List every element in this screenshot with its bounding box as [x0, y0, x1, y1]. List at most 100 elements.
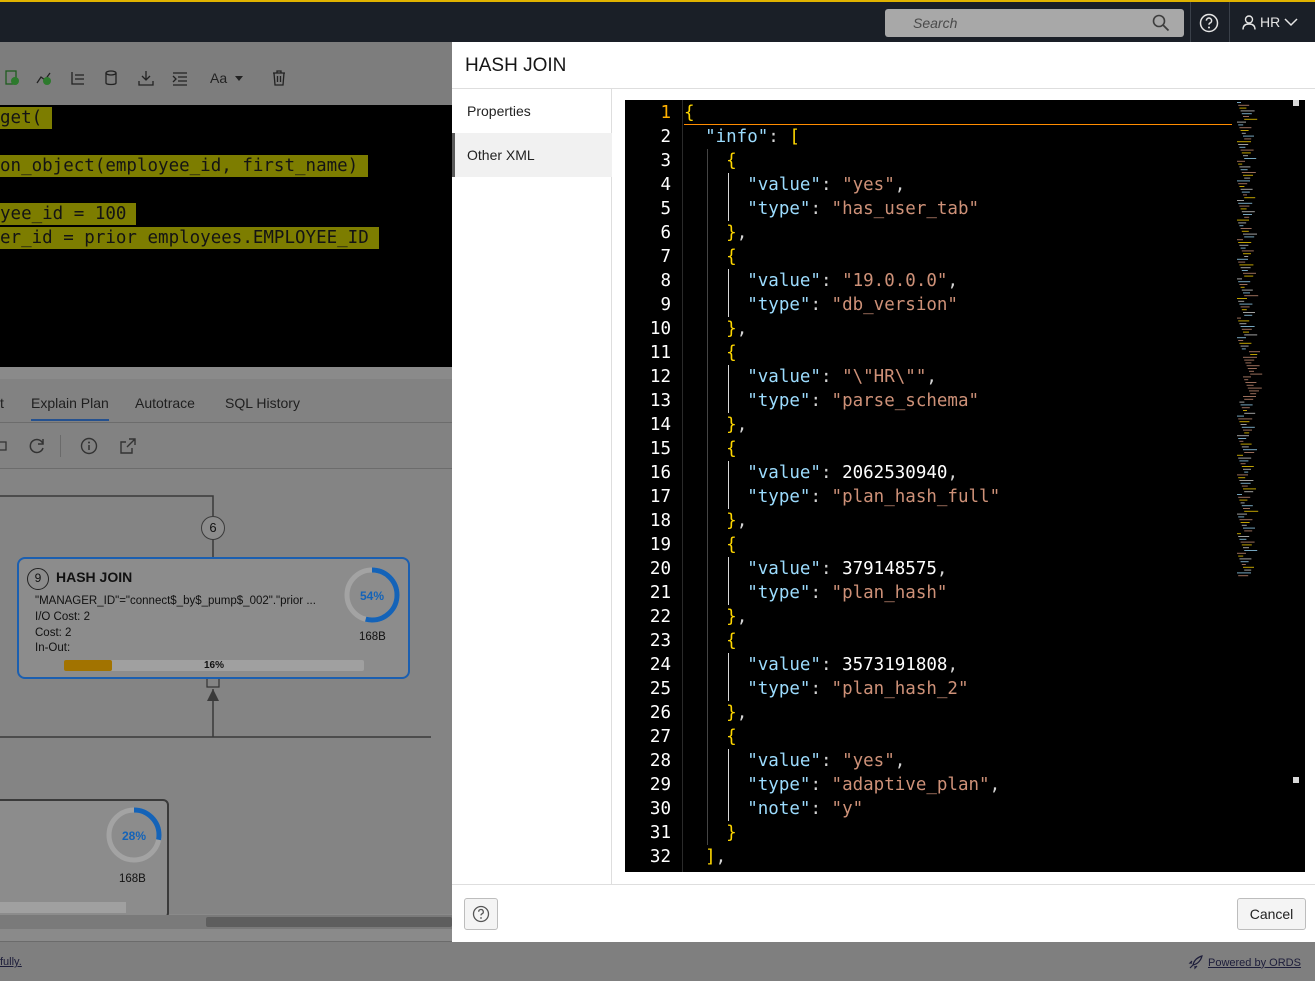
minimap-line	[1237, 180, 1250, 182]
cost-ring-chart: 54%	[344, 567, 400, 623]
scrollbar-thumb[interactable]	[206, 917, 452, 927]
code-viewer[interactable]: 1 2 3 4 5 6 7 8 9 10 11 12 13 14 15 16 17 18 19 20 21 22 23 24 2…	[625, 100, 1305, 872]
minimap-line	[1244, 177, 1251, 179]
explain-icon[interactable]	[70, 70, 86, 86]
minimap-line	[1244, 314, 1253, 316]
status-message[interactable]: fully.	[0, 956, 22, 968]
refresh-icon[interactable]	[28, 437, 46, 455]
code-line: },	[726, 415, 748, 435]
trash-icon[interactable]	[271, 70, 287, 86]
node-step-number: 9	[27, 568, 49, 590]
minimap-line	[1237, 317, 1241, 319]
minimap-line	[1237, 239, 1243, 241]
line-number: 28	[649, 751, 671, 771]
minimap-line	[1249, 390, 1259, 392]
code-line: "value": "yes",	[747, 751, 906, 771]
run-script-icon[interactable]	[4, 70, 20, 86]
minimap-line	[1237, 337, 1246, 339]
line-number: 7	[660, 247, 671, 267]
font-size-icon[interactable]: Aa	[210, 70, 246, 86]
ring-percent: 28%	[122, 829, 146, 843]
code-minimap[interactable]	[1235, 100, 1291, 872]
side-item-properties[interactable]: Properties	[452, 89, 612, 133]
indent-guide	[707, 173, 709, 197]
node-title: HASH JOIN	[56, 569, 133, 585]
tab-output[interactable]: t	[0, 395, 4, 411]
run-statement-icon[interactable]	[36, 70, 52, 86]
tab-sql-history[interactable]: SQL History	[225, 395, 300, 411]
minimap-line	[1244, 295, 1259, 297]
line-number: 27	[649, 727, 671, 747]
powered-by-link[interactable]: Powered by ORDS	[1188, 955, 1301, 970]
minimap-line	[1239, 538, 1247, 540]
code-line: },	[726, 511, 748, 531]
minimap-line	[1244, 569, 1252, 571]
scroll-marker	[1293, 777, 1299, 783]
editor-line: get(	[0, 107, 53, 129]
minimap-line	[1238, 183, 1248, 185]
side-item-other-xml[interactable]: Other XML	[452, 133, 612, 177]
minimap-line	[1244, 216, 1250, 218]
minimap-line	[1249, 370, 1254, 372]
code-line: {	[726, 439, 737, 459]
horizontal-scrollbar[interactable]	[0, 915, 452, 929]
tree-icon[interactable]	[0, 438, 8, 454]
minimap-line	[1241, 211, 1255, 213]
minimap-line	[1243, 116, 1249, 117]
code-line: "value": 2062530940,	[747, 463, 958, 483]
code-line: {	[726, 247, 737, 267]
download-icon[interactable]	[138, 70, 154, 86]
minimap-line	[1241, 250, 1254, 252]
minimap-line	[1238, 281, 1251, 283]
cancel-button[interactable]: Cancel	[1237, 898, 1306, 930]
search-input[interactable]	[885, 9, 1145, 37]
info-icon[interactable]	[80, 437, 98, 455]
code-line: }	[726, 823, 737, 843]
minimap-line	[1243, 468, 1251, 470]
minimap-line	[1240, 247, 1246, 249]
hash-join-node[interactable]: 9 HASH JOIN "MANAGER_ID"="connect$_by$_p…	[17, 557, 410, 679]
user-menu[interactable]: HR	[1242, 14, 1298, 30]
worksheet-background: Aa get( on_object(employee_id, first_nam…	[0, 42, 452, 981]
minimap-line	[1239, 519, 1253, 521]
minimap-line	[1244, 158, 1257, 159]
line-number: 31	[649, 823, 671, 843]
minimap-line	[1245, 362, 1252, 364]
minimap-line	[1249, 351, 1260, 353]
dialog-help-button[interactable]	[464, 898, 498, 930]
cardinality-bar-label: 16%	[204, 660, 225, 671]
format-icon[interactable]	[172, 70, 188, 86]
user-icon	[1242, 14, 1256, 30]
sql-editor[interactable]: get( on_object(employee_id, first_name) …	[0, 105, 452, 367]
indent-guide	[707, 437, 709, 461]
tab-explain-plan[interactable]: Explain Plan	[31, 395, 109, 421]
tab-autotrace[interactable]: Autotrace	[135, 395, 195, 411]
minimap-line	[1240, 228, 1252, 229]
minimap-line	[1237, 141, 1251, 143]
line-number: 6	[660, 223, 671, 243]
search-box[interactable]	[885, 9, 1184, 37]
line-number: 26	[649, 703, 671, 723]
minimap-line	[1237, 121, 1246, 123]
plan-diagram[interactable]: 6 9 HASH JOIN "MANAGER_ID"="connect$_by$…	[0, 469, 452, 919]
database-icon[interactable]	[104, 70, 120, 86]
minimap-line	[1237, 572, 1251, 574]
code-line: "type": "plan_hash"	[747, 583, 948, 603]
open-external-icon[interactable]	[119, 437, 137, 455]
vertical-scrollbar[interactable]	[1291, 100, 1305, 872]
minimap-line	[1238, 555, 1244, 557]
node-predicate: "MANAGER_ID"="connect$_by$_pump$_002"."p…	[35, 595, 316, 607]
child-plan-node[interactable]: 28% 168B	[0, 799, 169, 919]
minimap-line	[1240, 110, 1255, 112]
minimap-line	[1244, 334, 1258, 336]
search-icon[interactable]	[1152, 14, 1170, 32]
indent-guide	[707, 749, 709, 773]
help-icon[interactable]	[1199, 13, 1219, 33]
minimap-line	[1240, 286, 1245, 288]
minimap-line	[1237, 298, 1247, 299]
code-line: ],	[705, 847, 727, 867]
minimap-line	[1239, 421, 1250, 423]
code-line: "value": "19.0.0.0",	[747, 271, 958, 291]
line-number: 21	[649, 583, 671, 603]
minimap-line	[1238, 496, 1251, 498]
